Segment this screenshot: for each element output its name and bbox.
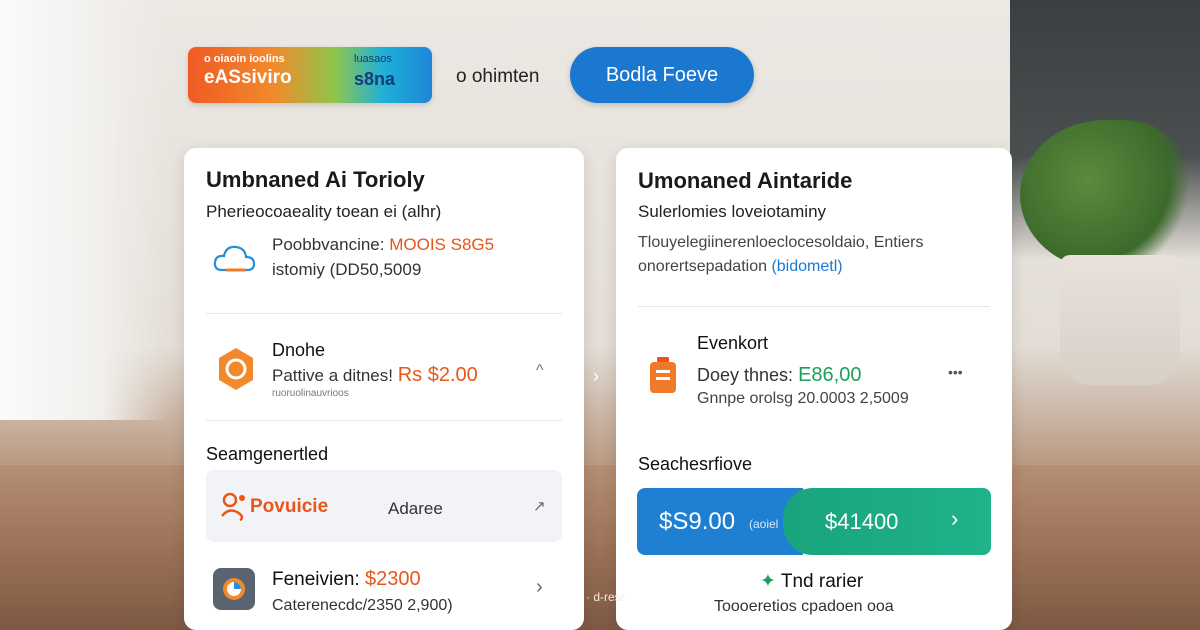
payment-left-amount: $S9.00 — [659, 508, 736, 535]
next-card-chevron-icon[interactable]: › — [593, 366, 599, 387]
right-section-title: Seachesrfiove — [638, 454, 753, 474]
left-section-title: Seamgenertled — [206, 444, 329, 464]
payment-selector[interactable]: $S9.00 (aoiel $41400 › — [637, 488, 991, 555]
left-item1-label: Poobbvancine: — [272, 235, 385, 254]
right-footer-title: Tnd rarier — [780, 571, 864, 592]
primary-action-button[interactable]: Bodla Foeve — [570, 47, 754, 103]
floating-caption: · d-resr — [586, 590, 625, 604]
left-item3-label: Feneivien: — [272, 569, 360, 590]
promo-logo-icon — [221, 492, 245, 522]
background-pot — [1060, 255, 1180, 385]
promo-arrow-icon[interactable]: ↗ — [533, 497, 546, 515]
right-card-title: Umonaned Aintaride — [638, 168, 853, 193]
right-item1-label: Doey thnes: — [697, 365, 794, 385]
right-card-description-2: onorertsepadation — [638, 258, 767, 275]
right-item1-title: Evenkort — [697, 333, 769, 353]
right-card-details-link[interactable]: (bidometl) — [771, 258, 842, 275]
cloud-icon — [213, 245, 256, 272]
brand-badge[interactable]: o oiaoin ioolins eASsiviro luasaos s8na — [188, 47, 432, 103]
left-item2-caption: ruoruolinauvrioos — [272, 388, 349, 399]
background-table — [0, 465, 1200, 630]
payment-left-caption: (aoiel — [749, 517, 779, 531]
left-item2-price: Rs $2.00 — [397, 364, 478, 386]
promo-label: Adaree — [388, 499, 443, 518]
battery-icon — [650, 357, 676, 393]
left-item2-label: Pattive a ditnes! — [272, 366, 393, 385]
left-divider-2 — [206, 420, 562, 421]
right-card-description: Tlouyelegiinerenloeclocesoldaio, Entiers — [638, 234, 924, 251]
left-item3-chevron-icon[interactable]: › — [536, 576, 543, 599]
orange-badge-icon — [219, 348, 253, 390]
left-item3-caption: Caterenecdc/2350 2,900) — [272, 597, 453, 614]
collapse-chevron-icon[interactable]: ^ — [536, 362, 544, 380]
more-options-icon[interactable]: ••• — [948, 364, 963, 380]
brand-right-name: s8na — [354, 69, 396, 89]
payment-option-left[interactable]: $S9.00 (aoiel — [637, 488, 803, 555]
brand-left-caption: o oiaoin ioolins — [204, 53, 285, 65]
left-item1-value: MOOIS S8G5 — [389, 235, 495, 254]
left-card-title: Umbnaned Ai Torioly — [206, 167, 425, 192]
left-item3-value: $2300 — [364, 568, 421, 590]
brand-left-name: eASsiviro — [204, 67, 292, 88]
right-item1-caption: Gnnpe orolsg 20.0003 2,5009 — [697, 390, 909, 407]
sparkle-icon: ✦ — [760, 571, 776, 592]
payment-chevron-icon: › — [951, 506, 959, 531]
promo-brand: Povuicie — [250, 496, 329, 517]
background-window — [0, 0, 170, 420]
left-card-subtitle: Pherieocoaeality toean ei (alhr) — [206, 202, 442, 221]
left-item1-detail: istomiy (DD50,5009 — [272, 260, 422, 279]
right-divider-1 — [638, 306, 990, 307]
left-item2-title: Dnohe — [272, 340, 326, 360]
payment-option-right[interactable]: $41400 › — [783, 488, 991, 555]
background-plant — [1020, 120, 1190, 270]
right-card-subtitle: Sulerlomies loveiotaminy — [638, 202, 827, 221]
payment-right-amount: $41400 — [825, 509, 899, 534]
left-divider-1 — [206, 313, 562, 314]
brand-right-caption: luasaos — [354, 53, 392, 65]
header-link[interactable]: o ohimten — [456, 66, 539, 88]
right-item1-value: E86,00 — [798, 364, 862, 386]
app-icon — [213, 568, 255, 610]
right-footer-caption: Toooeretios cpadoen ooa — [714, 598, 894, 615]
